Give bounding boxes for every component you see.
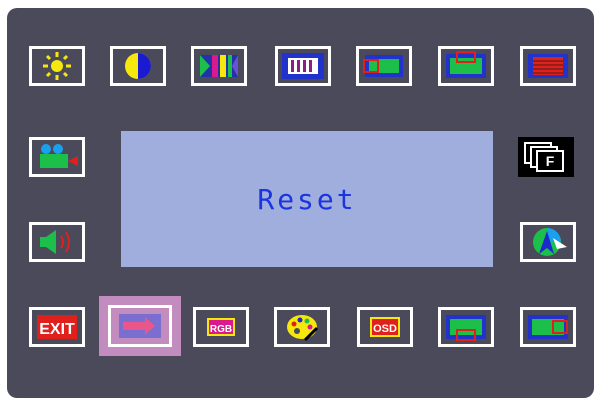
rgb-icon: RGB bbox=[207, 318, 235, 336]
v-position-icon bbox=[446, 51, 486, 78]
rgb-tile[interactable]: RGB bbox=[193, 307, 249, 347]
auto-adjust-icon bbox=[533, 228, 567, 256]
brightness-icon bbox=[43, 52, 71, 80]
sharpness-tile[interactable] bbox=[520, 46, 576, 86]
exit-icon: EXIT bbox=[37, 315, 77, 339]
h-position-tile[interactable] bbox=[356, 46, 412, 86]
clock-phase-tile[interactable] bbox=[275, 46, 331, 86]
osd-icon: OSD bbox=[370, 317, 400, 337]
osd-tile[interactable]: OSD bbox=[357, 307, 413, 347]
status-text: Reset bbox=[257, 182, 357, 216]
contrast-icon bbox=[125, 53, 151, 79]
osd-v-position-tile[interactable] bbox=[438, 307, 494, 347]
camera-source-icon bbox=[40, 144, 78, 168]
reset-tile[interactable] bbox=[108, 305, 172, 347]
clock-phase-icon bbox=[282, 53, 324, 79]
volume-icon bbox=[40, 230, 70, 254]
osd-label: OSD bbox=[373, 323, 397, 335]
brightness-tile[interactable] bbox=[29, 46, 85, 86]
osd-h-position-tile[interactable] bbox=[520, 307, 576, 347]
color-bars-icon bbox=[200, 55, 238, 77]
v-position-tile[interactable] bbox=[438, 46, 494, 86]
status-display: Reset bbox=[121, 131, 493, 267]
exit-tile[interactable]: EXIT bbox=[29, 307, 85, 347]
palette-tile[interactable] bbox=[274, 307, 330, 347]
camera-source-tile[interactable] bbox=[29, 137, 85, 177]
format-icon: F bbox=[524, 142, 564, 172]
h-position-icon bbox=[363, 55, 403, 77]
volume-tile[interactable] bbox=[29, 222, 85, 262]
osd-h-position-icon bbox=[528, 315, 568, 339]
format-label: F bbox=[546, 153, 555, 169]
color-bars-tile[interactable] bbox=[191, 46, 247, 86]
format-tile[interactable]: F bbox=[518, 137, 574, 177]
exit-label: EXIT bbox=[39, 321, 75, 338]
rgb-label: RGB bbox=[210, 324, 232, 335]
palette-icon bbox=[287, 315, 319, 342]
contrast-tile[interactable] bbox=[110, 46, 166, 86]
sharpness-icon bbox=[528, 54, 568, 78]
auto-adjust-tile[interactable] bbox=[520, 222, 576, 262]
osd-v-position-icon bbox=[446, 315, 486, 341]
reset-arrow-icon bbox=[119, 314, 161, 338]
